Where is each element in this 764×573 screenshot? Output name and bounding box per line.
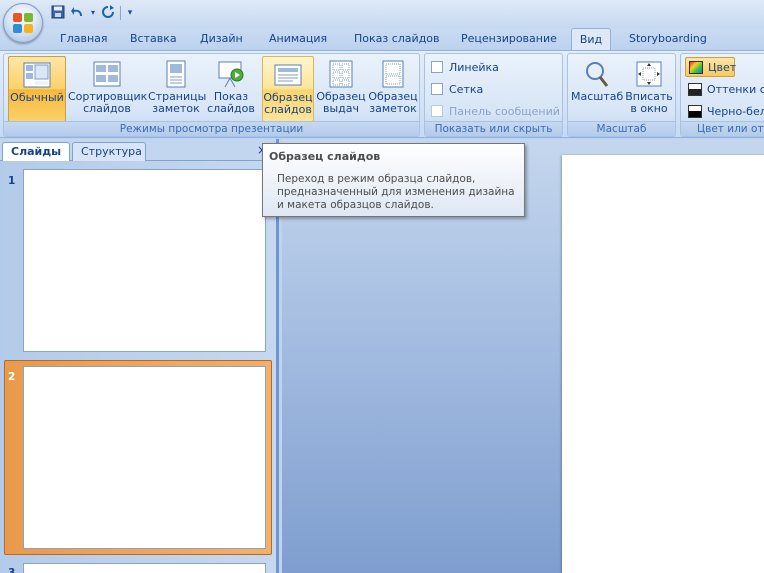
normal-view-icon [23,62,51,88]
tab-animation[interactable]: Анимация [263,28,333,50]
notes-page-label-2: заметок [152,102,200,115]
slides-pane: Слайды Структура × 1 2 3 [0,139,279,573]
customize-icon[interactable]: ▾ [125,5,135,21]
slide-thumbnail-3[interactable] [23,563,266,573]
tooltip-body: Переход в режим образца слайдов, предназ… [277,173,515,211]
save-icon[interactable] [50,5,66,21]
notes-master-label-2: заметок [369,102,417,115]
black-white-button[interactable]: Черно-бел [685,102,764,122]
slide-show-icon [218,61,244,88]
black-white-swatch-icon [688,105,702,118]
normal-view-label: Обычный [10,91,64,104]
slide-master-button[interactable]: Образец слайдов [262,56,314,122]
color-label: Цвет [708,61,737,74]
handout-master-button[interactable]: Образец выдач [316,56,366,122]
slides-pane-tabs: Слайды Структура × [0,139,276,161]
handout-master-icon [329,60,353,88]
office-button[interactable] [3,3,43,43]
slide-show-label-2: слайдов [207,102,255,115]
message-bar-label: Панель сообщений [449,105,560,118]
slide-master-icon [274,64,302,86]
tab-view[interactable]: Вид [571,28,611,51]
color-group: Цвет Оттенки се Черно-бел Цвет или отт [680,53,764,137]
slide-thumbnail-1[interactable] [23,169,266,352]
grayscale-label: Оттенки се [707,83,764,96]
undo-icon[interactable] [70,5,86,21]
slide-number: 2 [8,371,16,383]
zoom-button[interactable]: Масштаб [571,56,623,122]
tab-home[interactable]: Главная [54,28,114,50]
qat-separator [120,6,121,20]
office-logo-icon [13,13,33,33]
slide-master-tooltip: Образец слайдов Переход в режим образца … [262,143,525,217]
views-group-label: Режимы просмотра презентации [4,121,419,136]
ruler-label: Линейка [449,61,499,74]
message-bar-checkbox: Панель сообщений [431,104,560,120]
tab-storyboarding[interactable]: Storyboarding [623,28,713,50]
notes-master-button[interactable]: Образец заметок [368,56,418,122]
title-bar: ▾ ▾ [0,0,764,28]
grid-checkbox-box[interactable] [431,83,443,95]
magnifier-icon [586,62,609,87]
slide-number: 1 [8,175,16,187]
slide-sorter-icon [93,61,121,87]
notes-master-icon [382,60,404,88]
handout-master-label-2: выдач [322,102,359,115]
redo-icon[interactable] [100,5,116,21]
notes-page-icon [166,60,186,88]
notes-page-button[interactable]: Страницы заметок [148,56,206,122]
grid-checkbox[interactable]: Сетка [431,82,483,98]
black-white-label: Черно-бел [707,105,764,118]
fit-to-window-button[interactable]: Вписать в окно [624,56,674,122]
fit-window-icon [636,61,662,87]
color-swatch-icon [689,61,703,74]
tab-review[interactable]: Рецензирование [455,28,563,50]
grid-label: Сетка [449,83,484,96]
show-hide-group-label: Показать или скрыть [425,121,562,136]
slide-show-button[interactable]: Показ слайдов [206,56,256,122]
ruler-checkbox-box[interactable] [431,61,443,73]
tab-insert[interactable]: Вставка [124,28,183,50]
slide-master-label-2: слайдов [264,103,312,116]
tab-outline[interactable]: Структура [72,142,146,161]
zoom-label: Масштаб [571,90,624,103]
tab-design[interactable]: Дизайн [194,28,249,50]
ribbon-tabs: Главная Вставка Дизайн Анимация Показ сл… [0,28,764,51]
grayscale-swatch-icon [688,83,702,96]
undo-dropdown-icon[interactable]: ▾ [90,5,96,21]
zoom-group: Масштаб Вписать в окно Масштаб [567,53,676,137]
color-button[interactable]: Цвет [685,57,737,77]
tab-slideshow[interactable]: Показ слайдов [348,28,446,50]
quick-access-toolbar: ▾ ▾ [50,4,135,22]
slide-canvas[interactable] [562,155,764,573]
zoom-group-label: Масштаб [568,121,675,136]
show-hide-group: Линейка Сетка Панель сообщений Показать … [424,53,563,137]
color-group-label: Цвет или отт [681,121,764,136]
ribbon: Обычный Сортировщик слайдов Страницы зам… [0,50,764,138]
message-bar-checkbox-box [431,105,443,117]
normal-view-button[interactable]: Обычный [8,56,66,122]
views-group: Обычный Сортировщик слайдов Страницы зам… [3,53,420,137]
tooltip-title: Образец слайдов [269,150,381,163]
tab-slides[interactable]: Слайды [2,142,70,161]
grayscale-button[interactable]: Оттенки се [685,80,764,100]
slide-thumbnails: 1 2 3 [0,161,276,573]
slide-thumbnail-2[interactable] [23,366,266,549]
fit-window-label-2: в окно [630,102,668,115]
slide-number: 3 [8,567,16,573]
slide-sorter-label-2: слайдов [83,102,131,115]
ruler-checkbox[interactable]: Линейка [431,60,499,76]
slide-sorter-button[interactable]: Сортировщик слайдов [68,56,147,122]
